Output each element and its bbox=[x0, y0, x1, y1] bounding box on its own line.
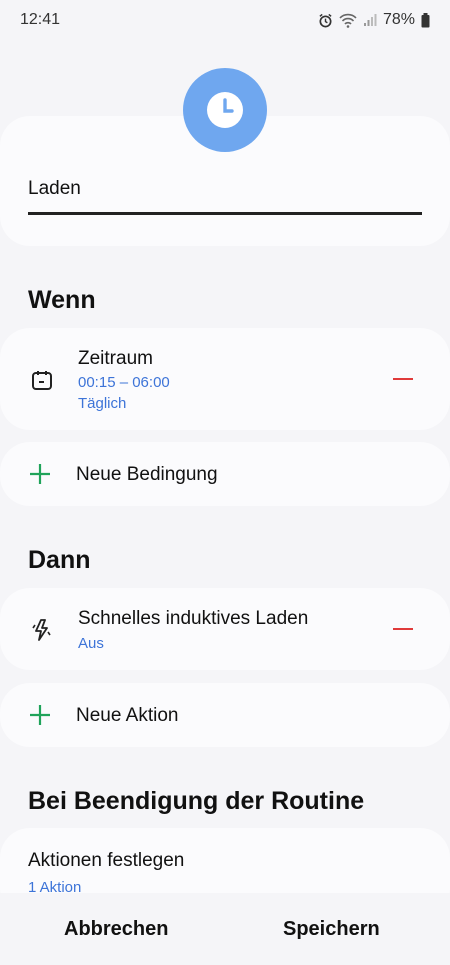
alarm-icon bbox=[319, 13, 332, 27]
end-actions-title: Aktionen festlegen bbox=[28, 850, 185, 871]
condition-time: 00:15 – 06:00 bbox=[78, 374, 170, 391]
bolt-icon bbox=[30, 618, 54, 642]
condition-title: Zeitraum bbox=[78, 348, 153, 369]
condition-card-zeitraum[interactable]: Zeitraum 00:15 – 06:00 Täglich bbox=[0, 328, 450, 430]
remove-condition-button[interactable] bbox=[393, 378, 413, 380]
action-state: Aus bbox=[78, 635, 104, 652]
add-action-button[interactable]: Neue Aktion bbox=[0, 683, 450, 747]
signal-icon bbox=[363, 14, 377, 26]
add-condition-label: Neue Bedingung bbox=[76, 464, 218, 485]
status-time: 12:41 bbox=[20, 11, 61, 28]
save-button[interactable]: Speichern bbox=[283, 918, 380, 941]
add-condition-button[interactable]: Neue Bedingung bbox=[0, 442, 450, 506]
action-title: Schnelles induktives Laden bbox=[78, 608, 309, 629]
battery-icon bbox=[421, 12, 430, 27]
clock-icon bbox=[207, 92, 243, 128]
condition-repeat: Täglich bbox=[78, 395, 127, 412]
plus-icon bbox=[30, 464, 50, 484]
section-title-dann: Dann bbox=[28, 546, 91, 574]
status-bar: 12:41 78% bbox=[0, 0, 450, 40]
routine-name-input[interactable]: Laden bbox=[28, 178, 81, 200]
remove-action-button[interactable] bbox=[393, 628, 413, 630]
section-title-wenn: Wenn bbox=[28, 286, 96, 314]
wifi-icon bbox=[339, 13, 357, 28]
battery-percent: 78% bbox=[382, 11, 415, 28]
calendar-icon bbox=[30, 368, 54, 392]
routine-icon-badge[interactable] bbox=[183, 68, 267, 152]
action-card-fast-wireless-charging[interactable]: Schnelles induktives Laden Aus bbox=[0, 588, 450, 670]
plus-icon bbox=[30, 705, 50, 725]
routine-name-underline bbox=[28, 212, 422, 215]
section-title-end: Bei Beendigung der Routine bbox=[28, 787, 365, 815]
cancel-button[interactable]: Abbrechen bbox=[64, 918, 168, 941]
add-action-label: Neue Aktion bbox=[76, 705, 179, 726]
status-icons: 78% bbox=[318, 11, 430, 29]
